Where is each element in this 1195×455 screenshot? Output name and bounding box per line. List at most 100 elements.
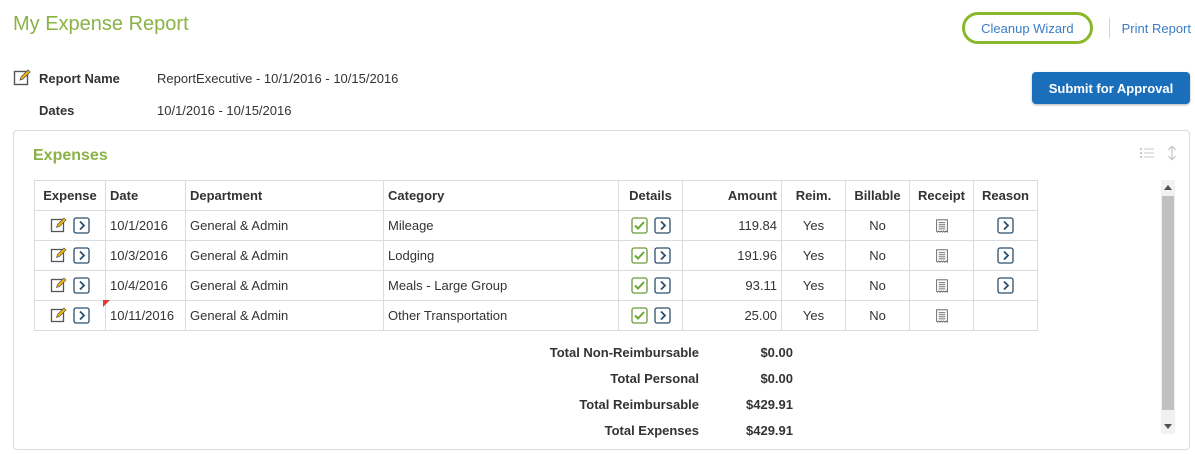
list-view-icon[interactable] [1139,145,1155,161]
link-divider [1108,18,1110,38]
checkbox-checked-icon[interactable] [630,217,648,234]
col-amount[interactable]: Amount [682,180,782,211]
expense-actions [34,270,106,301]
cell-reim: Yes [781,240,846,271]
total-row-non-reimbursable: Total Non-Reimbursable $0.00 [34,339,794,365]
total-row-personal: Total Personal $0.00 [34,365,794,391]
report-name-value: ReportExecutive - 10/1/2016 - 10/15/2016 [157,70,399,86]
top-links: Cleanup Wizard Print Report [962,12,1191,44]
cell-category: Mileage [383,210,619,241]
edit-icon[interactable] [50,247,67,264]
total-row-reimbursable: Total Reimbursable $429.91 [34,391,794,417]
col-reason[interactable]: Reason [973,180,1038,211]
open-reason-icon[interactable] [997,277,1014,294]
report-name-row: Report Name ReportExecutive - 10/1/2016 … [13,68,398,88]
total-value: $0.00 [760,344,793,360]
table-row[interactable]: 10/1/2016 General & Admin Mileage 119.84 Yes… [34,210,1038,241]
expense-actions [34,300,106,331]
expenses-title: Expenses [33,147,108,164]
total-value: $429.91 [746,422,793,438]
cleanup-wizard-highlight: Cleanup Wizard [962,12,1093,44]
cell-amount: 191.96 [682,240,782,271]
col-billable[interactable]: Billable [845,180,910,211]
checkbox-checked-icon[interactable] [630,307,648,324]
expense-actions [34,210,106,241]
cell-reason [973,210,1038,241]
panel-tools [1139,145,1177,161]
col-date[interactable]: Date [105,180,186,211]
receipt-icon[interactable] [935,307,949,325]
total-label: Total Expenses [604,422,699,438]
cell-billable: No [845,240,910,271]
cell-reason [973,270,1038,301]
open-details-icon[interactable] [653,247,671,264]
scroll-up-icon[interactable] [1164,185,1172,190]
open-details-icon[interactable] [653,217,671,234]
receipt-icon[interactable] [935,247,949,265]
expenses-panel: Expenses Expense Date Department Categor… [13,130,1190,450]
date-text: 10/4/2016 [110,278,168,293]
open-details-icon[interactable] [653,307,671,324]
open-reason-icon[interactable] [997,217,1014,234]
cell-department: General & Admin [185,270,384,301]
edit-icon[interactable] [50,217,67,234]
receipt-icon[interactable] [935,217,949,235]
total-label: Total Personal [610,370,699,386]
col-receipt[interactable]: Receipt [909,180,974,211]
total-row-expenses: Total Expenses $429.91 [34,417,794,443]
report-name-label: Report Name [39,70,120,86]
cell-details [618,270,683,301]
vertical-scrollbar[interactable] [1161,180,1175,434]
cell-amount: 119.84 [682,210,782,241]
open-details-icon[interactable] [653,277,671,294]
expense-actions [34,240,106,271]
cell-category: Meals - Large Group [383,270,619,301]
table-row[interactable]: 10/11/2016 General & Admin Other Transport… [34,300,1038,331]
cell-reason [973,300,1038,331]
table-row[interactable]: 10/3/2016 General & Admin Lodging 191.96 Yes… [34,240,1038,271]
open-reason-icon[interactable] [997,247,1014,264]
cell-receipt [909,300,974,331]
edit-report-icon[interactable] [13,69,31,87]
cell-date: 10/3/2016 [105,240,186,271]
totals: Total Non-Reimbursable $0.00 Total Perso… [34,339,794,443]
dates-value: 10/1/2016 - 10/15/2016 [157,102,292,118]
checkbox-checked-icon[interactable] [630,247,648,264]
cell-department: General & Admin [185,240,384,271]
col-department[interactable]: Department [185,180,384,211]
cell-receipt [909,210,974,241]
cell-reim: Yes [781,270,846,301]
edit-icon[interactable] [50,277,67,294]
scroll-down-icon[interactable] [1164,424,1172,429]
date-text: 10/1/2016 [110,218,168,233]
open-expense-icon[interactable] [73,247,90,264]
cell-receipt [909,240,974,271]
total-label: Total Non-Reimbursable [549,344,699,360]
col-details[interactable]: Details [618,180,683,211]
cell-date: 10/1/2016 [105,210,186,241]
date-text: 10/3/2016 [110,248,168,263]
cell-date: 10/4/2016 [105,270,186,301]
cell-reim: Yes [781,210,846,241]
cell-amount: 93.11 [682,270,782,301]
dates-row: Dates 10/1/2016 - 10/15/2016 [13,100,291,120]
submit-for-approval-button[interactable]: Submit for Approval [1032,72,1190,104]
print-report-link[interactable]: Print Report [1122,21,1191,36]
open-expense-icon[interactable] [73,277,90,294]
col-reim[interactable]: Reim. [781,180,846,211]
resize-vertical-icon[interactable] [1167,145,1177,161]
page-title: My Expense Report [13,13,189,35]
cleanup-wizard-link[interactable]: Cleanup Wizard [981,21,1074,36]
open-expense-icon[interactable] [73,217,90,234]
flag-indicator [103,300,110,307]
edit-icon[interactable] [50,307,67,324]
date-text: 10/11/2016 [110,308,175,323]
col-expense[interactable]: Expense [34,180,106,211]
table-row[interactable]: 10/4/2016 General & Admin Meals - Large Gr… [34,270,1038,301]
cell-details [618,240,683,271]
col-category[interactable]: Category [383,180,619,211]
scroll-thumb[interactable] [1162,196,1174,410]
open-expense-icon[interactable] [73,307,90,324]
receipt-icon[interactable] [935,277,949,295]
checkbox-checked-icon[interactable] [630,277,648,294]
